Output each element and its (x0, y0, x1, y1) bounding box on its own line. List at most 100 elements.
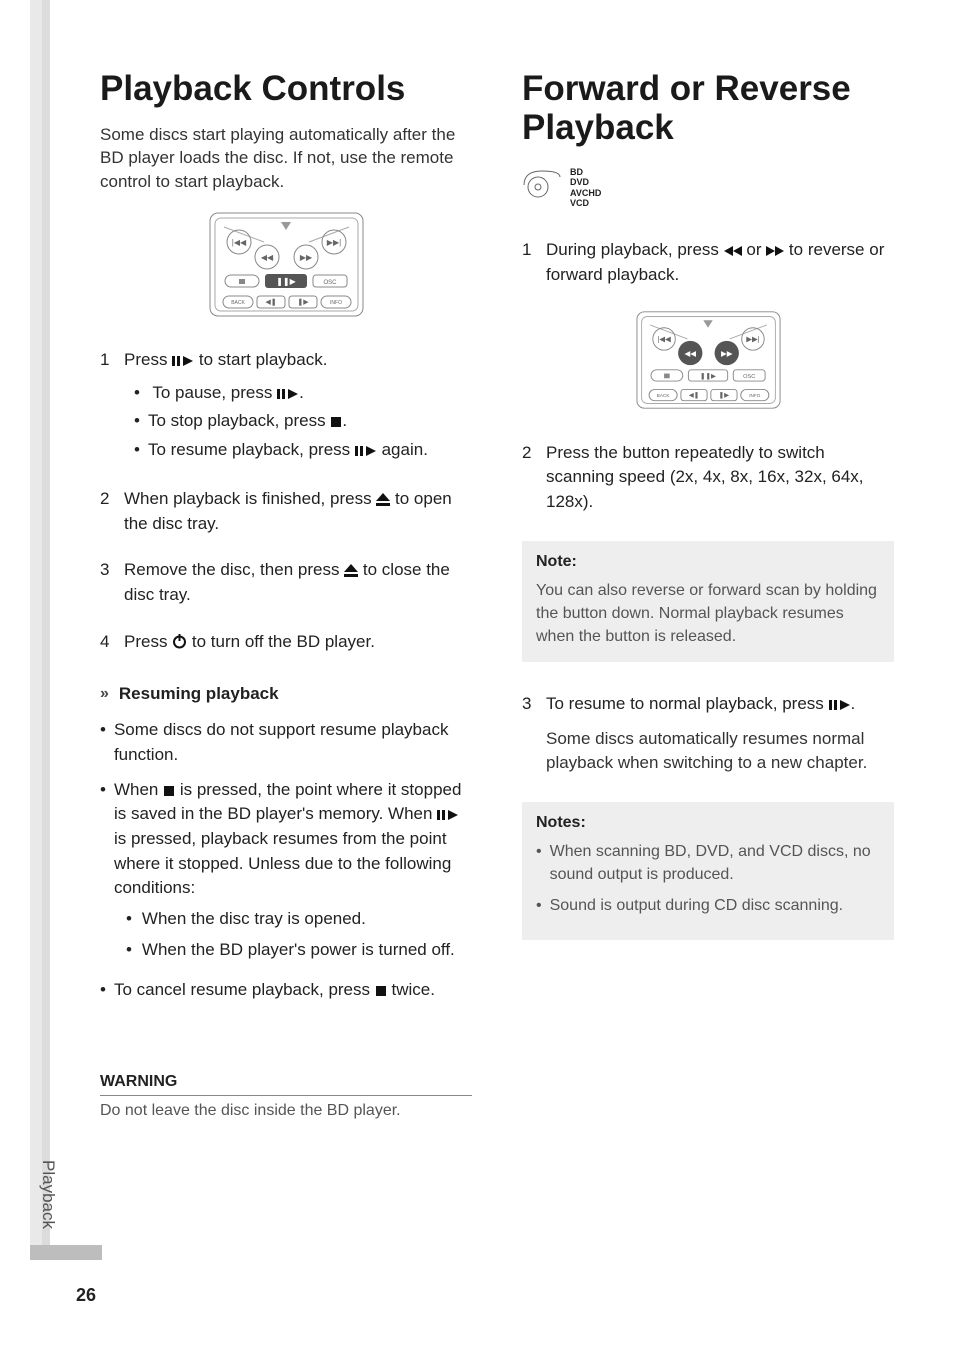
stop-icon (330, 416, 342, 428)
resume-sub-text: When the disc tray is opened. (142, 907, 366, 932)
svg-text:❚❚▶: ❚❚▶ (276, 277, 296, 286)
svg-text:BACK: BACK (656, 393, 670, 398)
note2-item-text: When scanning BD, DVD, and VCD discs, no… (550, 840, 880, 886)
step-body: Remove the disc, then press to close the… (124, 558, 472, 607)
side-accent-bar (30, 1245, 102, 1260)
page-content: Playback Controls Some discs start playi… (100, 70, 894, 1120)
play-pause-icon (172, 355, 194, 367)
fastforward-icon (766, 245, 784, 257)
step-body: When playback is finished, press to open… (124, 487, 472, 536)
svg-text:◀❚: ◀❚ (688, 391, 699, 399)
svg-text:|◀◀: |◀◀ (231, 238, 246, 247)
stop-icon (163, 785, 175, 797)
note2-item-text: Sound is output during CD disc scanning. (550, 894, 844, 917)
svg-text:BACK: BACK (231, 300, 245, 306)
step-body: Press the button repeatedly to switch sc… (546, 441, 894, 515)
disc-types-text: BDDVDAVCHDVCD (570, 167, 601, 208)
step-body: To resume to normal playback, press .Som… (546, 692, 894, 776)
page-number: 26 (76, 1285, 96, 1306)
eject-icon (376, 493, 390, 506)
heading-playback-controls: Playback Controls (100, 70, 472, 109)
right-column: Forward or Reverse Playback BDDVDAVCHDVC… (522, 70, 894, 1120)
step-number: 1 (522, 238, 536, 287)
right-steps-1-2: 1During playback, press or to reverse or… (522, 238, 894, 514)
resume-bullet-body: When is pressed, the point where it stop… (114, 778, 472, 968)
note1-body: You can also reverse or forward scan by … (536, 579, 880, 649)
step-number: 3 (522, 692, 536, 776)
step-item: 1During playback, press or to reverse or… (522, 238, 894, 287)
svg-text:|◀◀: |◀◀ (657, 334, 671, 343)
step-item: 3To resume to normal playback, press .So… (522, 692, 894, 776)
disc-types-label: BDDVDAVCHDVCD (522, 167, 894, 208)
heading-forward-reverse: Forward or Reverse Playback (522, 70, 894, 147)
step-body: Press to turn off the BD player. (124, 630, 472, 655)
resume-bullets: Some discs do not support resume playbac… (100, 718, 472, 1002)
svg-text:◀◀: ◀◀ (260, 253, 273, 262)
note-box-2: Notes: When scanning BD, DVD, and VCD di… (522, 802, 894, 940)
step-number: 2 (522, 441, 536, 515)
note2-heading: Notes: (536, 814, 880, 832)
remote-diagram-icon: |◀◀ ▶▶| ◀◀ ▶▶ ❚❚▶ OSC BACK ◀❚ ❚▶ INFO (636, 310, 781, 410)
note1-heading: Note: (536, 553, 880, 571)
resume-sub-item: When the BD player's power is turned off… (114, 938, 472, 963)
step-number: 2 (100, 487, 114, 536)
step-item: 3Remove the disc, then press to close th… (100, 558, 472, 607)
svg-text:◀◀: ◀◀ (684, 348, 696, 357)
svg-text:INFO: INFO (330, 300, 342, 306)
play-pause-icon (277, 388, 299, 400)
step-body: Press to start playback. To pause, press… (124, 348, 472, 465)
chevrons-icon: » (100, 685, 105, 703)
note2-item: Sound is output during CD disc scanning. (536, 894, 880, 917)
resume-bullet: To cancel resume playback, press twice. (100, 978, 472, 1003)
step-item: 1Press to start playback. To pause, pres… (100, 348, 472, 465)
svg-text:▶▶: ▶▶ (720, 348, 732, 357)
step-body: During playback, press or to reverse or … (546, 238, 894, 287)
resume-sub-text: When the BD player's power is turned off… (142, 938, 455, 963)
side-tab-label: Playback (38, 1160, 58, 1229)
step-item: 2Press the button repeatedly to switch s… (522, 441, 894, 515)
remote-diagram-icon: |◀◀ ▶▶| ◀◀ ▶▶ ❚❚▶ OSC BACK ◀❚ ❚▶ INFO (209, 212, 364, 317)
play-pause-icon (355, 445, 377, 457)
step-number: 4 (100, 630, 114, 655)
rewind-icon (724, 245, 742, 257)
step-number: 3 (100, 558, 114, 607)
resuming-subhead-row: » Resuming playback (100, 684, 472, 704)
warning-body: Do not leave the disc inside the BD play… (100, 1102, 472, 1120)
sub-item: To resume playback, press again. (124, 436, 472, 465)
power-icon (172, 634, 187, 649)
svg-text:❚▶: ❚▶ (718, 391, 729, 399)
page-margin-bar-inner (42, 0, 50, 1260)
note2-body: When scanning BD, DVD, and VCD discs, no… (536, 840, 880, 918)
svg-text:OSC: OSC (743, 374, 755, 380)
resume-bullet-body: To cancel resume playback, press twice. (114, 978, 472, 1003)
svg-text:❚❚▶: ❚❚▶ (700, 372, 717, 380)
svg-text:OSC: OSC (323, 280, 337, 286)
step-item: 2When playback is finished, press to ope… (100, 487, 472, 536)
svg-text:▶▶: ▶▶ (299, 253, 312, 262)
step-item: 4 Press to turn off the BD player. (100, 630, 472, 655)
eject-icon (344, 564, 358, 577)
note-box-1: Note: You can also reverse or forward sc… (522, 541, 894, 663)
sub-item: To pause, press . (124, 379, 472, 408)
play-pause-icon (829, 699, 851, 711)
right-step-3: 3To resume to normal playback, press .So… (522, 692, 894, 776)
resuming-heading: Resuming playback (119, 684, 279, 704)
step-number: 1 (100, 348, 114, 465)
sub-item: To stop playback, press . (124, 407, 472, 436)
svg-text:❚▶: ❚▶ (297, 298, 309, 306)
resume-bullet: Some discs do not support resume playbac… (100, 718, 472, 767)
play-pause-icon (437, 809, 459, 821)
resume-bullet: When is pressed, the point where it stop… (100, 778, 472, 968)
stop-icon (375, 985, 387, 997)
steps-list: 1Press to start playback. To pause, pres… (100, 348, 472, 655)
resume-bullet-body: Some discs do not support resume playbac… (114, 718, 472, 767)
step-paragraph: Some discs automatically resumes normal … (546, 727, 894, 776)
warning-heading: WARNING (100, 1073, 472, 1096)
svg-text:▶▶|: ▶▶| (746, 334, 759, 343)
svg-text:INFO: INFO (749, 393, 761, 398)
svg-text:◀❚: ◀❚ (265, 298, 276, 306)
disc-icon (522, 169, 562, 206)
remote-figure-1: |◀◀ ▶▶| ◀◀ ▶▶ ❚❚▶ OSC BACK ◀❚ ❚▶ INFO (100, 212, 472, 322)
svg-text:▶▶|: ▶▶| (326, 238, 340, 247)
note2-list: When scanning BD, DVD, and VCD discs, no… (536, 840, 880, 918)
